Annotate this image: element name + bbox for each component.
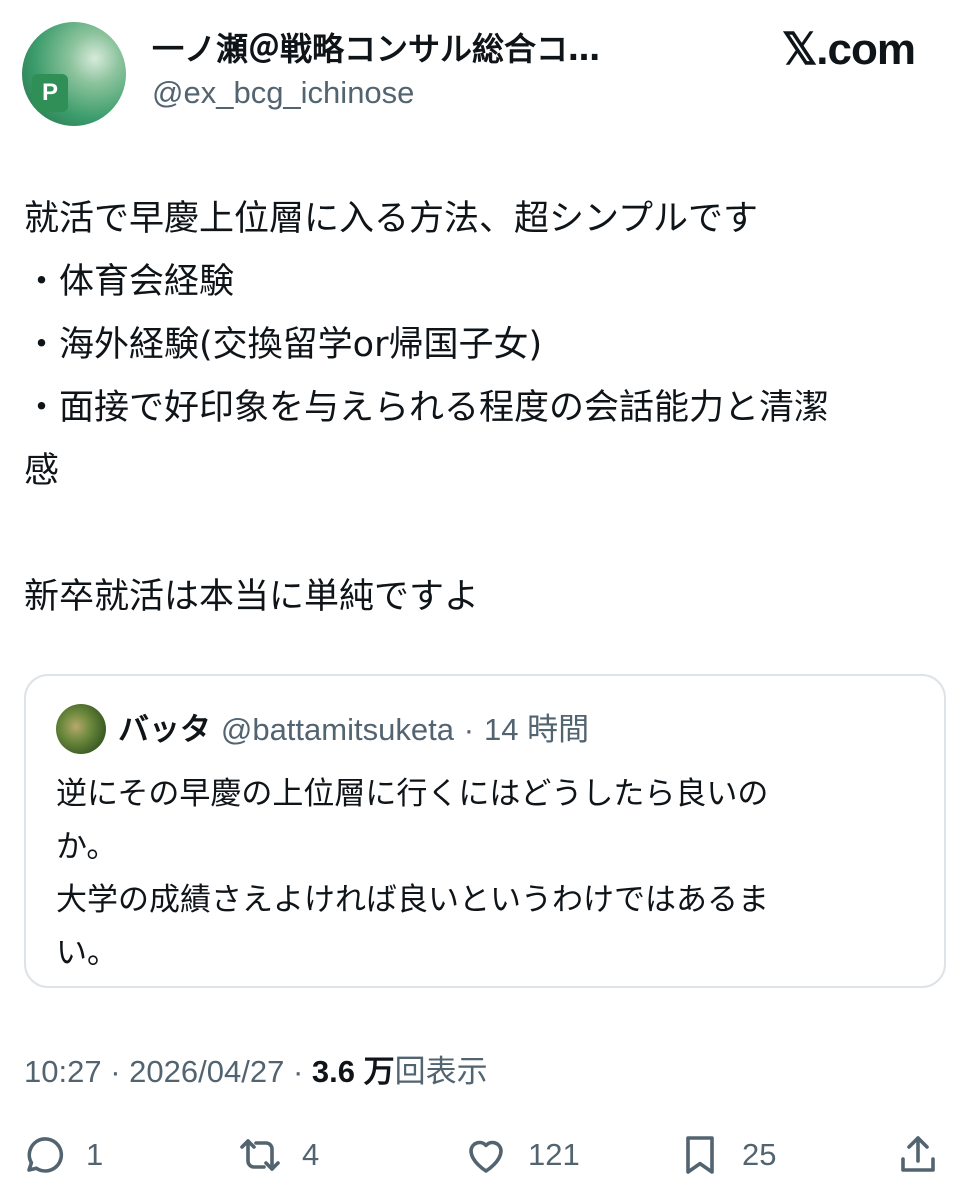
quote-time[interactable]: 14 時間 xyxy=(484,712,589,747)
retweet-count: 4 xyxy=(302,1137,320,1172)
reply-button[interactable]: 1 xyxy=(20,1130,103,1180)
x-logo: 𝕏.com xyxy=(781,25,916,74)
author-display-name[interactable]: 一ノ瀬＠戦略コンサル総合コ… xyxy=(152,28,672,70)
tweet-line: ・体育会経験 xyxy=(24,262,235,302)
quote-separator: · xyxy=(463,712,475,747)
meta-separator: · xyxy=(110,1054,121,1089)
quoted-tweet[interactable]: バッタ @battamitsuketa · 14 時間 逆にその早慶の上位層に行… xyxy=(24,674,946,988)
bookmark-icon xyxy=(686,1136,714,1174)
quote-line: か。 xyxy=(56,829,118,865)
tweet-line-blank: ​ xyxy=(24,503,944,566)
tweet-meta: 10:27 · 2026/04/27 · 3.6 万回表示 xyxy=(24,1050,488,1094)
quote-avatar[interactable] xyxy=(56,704,106,754)
reply-icon xyxy=(27,1137,64,1173)
retweet-icon xyxy=(240,1139,280,1171)
tweet-line: 感 xyxy=(24,451,60,491)
tweet-text: 就活で早慶上位層に入る方法、超シンプルです ・体育会経験 ・海外経験(交換留学o… xyxy=(24,188,944,629)
tweet-line: 就活で早慶上位層に入る方法、超シンプルです xyxy=(24,199,758,239)
quote-line: 逆にその早慶の上位層に行くにはどうしたら良いの xyxy=(56,776,769,812)
quote-line: 大学の成績さえよければ良いというわけではあるま xyxy=(56,882,769,918)
tweet-time[interactable]: 10:27 xyxy=(24,1054,102,1089)
retweet-button[interactable]: 4 xyxy=(236,1130,319,1180)
tweet-line: ・海外経験(交換留学or帰国子女) xyxy=(24,325,543,365)
avatar-letter: P xyxy=(32,74,68,112)
share-button[interactable] xyxy=(894,1130,942,1180)
quote-text: 逆にその早慶の上位層に行くにはどうしたら良いの か。 大学の成績さえよければ良い… xyxy=(56,768,896,980)
quote-author-name[interactable]: バッタ xyxy=(118,712,211,748)
share-icon xyxy=(901,1136,935,1172)
tweet-date[interactable]: 2026/04/27 xyxy=(129,1054,284,1089)
quote-author-handle[interactable]: @battamitsuketa xyxy=(221,712,454,747)
like-count: 121 xyxy=(528,1137,580,1172)
avatar[interactable]: P xyxy=(22,22,126,126)
quote-header: バッタ @battamitsuketa · 14 時間 xyxy=(118,710,589,750)
views-label: 回表示 xyxy=(394,1054,488,1089)
meta-separator: · xyxy=(292,1054,304,1089)
reply-count: 1 xyxy=(86,1137,104,1172)
like-button[interactable]: 121 xyxy=(462,1130,580,1180)
bookmark-button[interactable]: 25 xyxy=(676,1130,776,1180)
author-handle[interactable]: @ex_bcg_ichinose xyxy=(152,72,414,114)
heart-icon xyxy=(469,1140,503,1173)
tweet-line: ・面接で好印象を与えられる程度の会話能力と清潔 xyxy=(24,388,830,428)
quote-line: い。 xyxy=(56,935,118,971)
tweet-line: 新卒就活は本当に単純ですよ xyxy=(24,577,480,617)
bookmark-count: 25 xyxy=(742,1137,777,1172)
views-count: 3.6 万 xyxy=(311,1054,395,1089)
